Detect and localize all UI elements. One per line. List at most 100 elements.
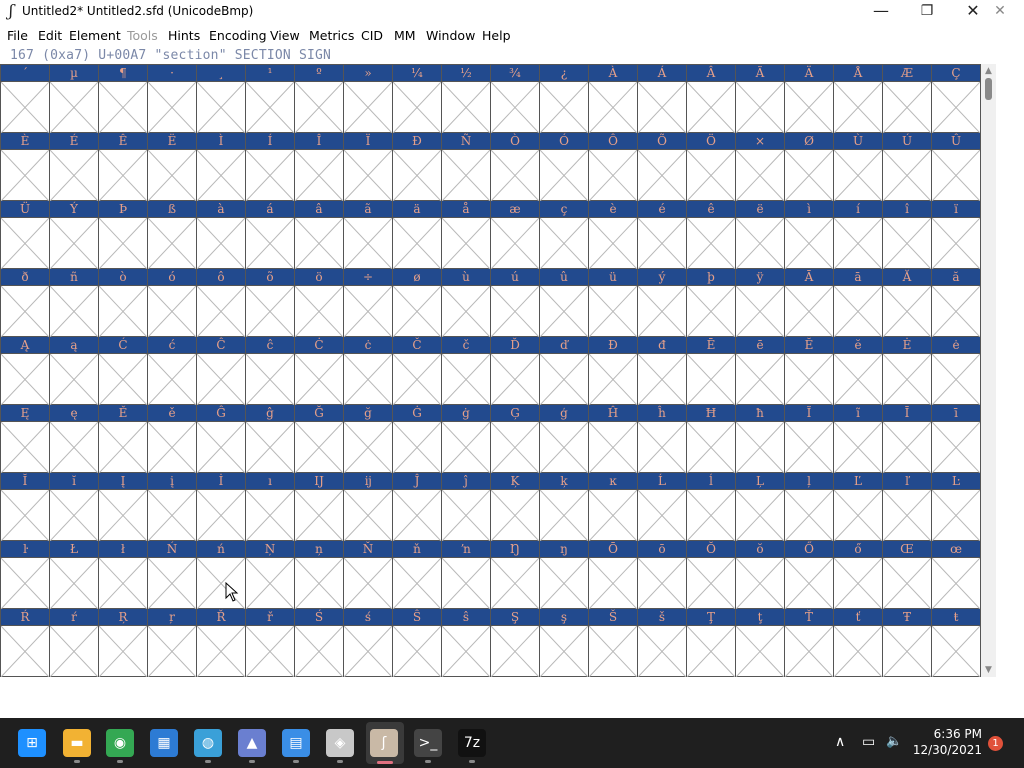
glyph-cell[interactable]: Ň [344,541,393,609]
glyph-cell[interactable]: ģ [540,405,589,473]
glyph-cell[interactable]: ď [540,337,589,405]
glyph-cell[interactable]: Ø [785,133,834,201]
glyph-cell[interactable]: Ř [197,609,246,677]
glyph-cell[interactable]: ķ [540,473,589,541]
glyph-cell[interactable]: Á [638,65,687,133]
glyph-cell[interactable]: ś [344,609,393,677]
glyph-cell[interactable]: û [540,269,589,337]
glyph-cell[interactable]: Ġ [393,405,442,473]
glyph-cell[interactable]: Ċ [295,337,344,405]
glyph-cell[interactable]: ò [99,269,148,337]
glyph-cell[interactable]: ÷ [344,269,393,337]
menu-metrics[interactable]: Metrics [309,28,354,43]
glyph-cell[interactable]: ĉ [246,337,295,405]
glyph-cell[interactable]: ß [148,201,197,269]
glyph-cell[interactable]: ĥ [638,405,687,473]
glyph-cell[interactable]: Ã [736,65,785,133]
glyph-cell[interactable]: Ğ [295,405,344,473]
glyph-cell[interactable]: ë [736,201,785,269]
glyph-cell[interactable]: À [589,65,638,133]
glyph-cell[interactable]: į [148,473,197,541]
glyph-cell[interactable]: Ĝ [197,405,246,473]
glyph-cell[interactable]: º [295,65,344,133]
glyph-cell[interactable]: Î [295,133,344,201]
glyph-cell[interactable]: ý [638,269,687,337]
glyph-cell[interactable]: ü [589,269,638,337]
scroll-up-arrow-icon[interactable]: ▲ [981,64,996,78]
glyph-cell[interactable]: Ĥ [589,405,638,473]
glyph-cell[interactable]: ę [50,405,99,473]
glyph-cell[interactable]: â [295,201,344,269]
glyph-cell[interactable]: đ [638,337,687,405]
glyph-cell[interactable]: Ģ [491,405,540,473]
maximize-button[interactable]: ❐ [904,0,950,24]
glyph-cell[interactable]: Ī [883,405,932,473]
glyph-cell[interactable]: ¶ [99,65,148,133]
glyph-cell[interactable]: Â [687,65,736,133]
scrollbar-thumb[interactable] [985,78,992,100]
glyph-cell[interactable]: µ [50,65,99,133]
glyph-cell[interactable]: Å [834,65,883,133]
glyph-cell[interactable]: Ħ [687,405,736,473]
glyph-cell[interactable]: ó [148,269,197,337]
glyph-cell[interactable]: · [148,65,197,133]
chrome-icon[interactable]: ◉ [106,729,134,757]
glyph-cell[interactable]: Ą [1,337,50,405]
glyph-cell[interactable]: è [589,201,638,269]
menu-mm[interactable]: MM [394,28,416,43]
glyph-cell[interactable]: Œ [883,541,932,609]
glyph-cell[interactable]: õ [246,269,295,337]
glyph-cell[interactable]: ¾ [491,65,540,133]
glyph-cell[interactable]: ú [491,269,540,337]
glyph-cell[interactable]: Ę [1,405,50,473]
notification-badge[interactable]: 1 [988,736,1003,751]
close-button[interactable]: ✕ [950,0,996,24]
glyph-cell[interactable]: Ō [589,541,638,609]
volume-icon[interactable]: 🔈 [886,734,902,749]
glyph-cell[interactable]: ţ [736,609,785,677]
glyph-cell[interactable]: × [736,133,785,201]
glyph-cell[interactable]: Û [932,133,981,201]
glyph-cell[interactable]: ½ [442,65,491,133]
glyph-cell[interactable]: Ć [99,337,148,405]
glyph-cell[interactable]: Ð [393,133,442,201]
glyph-cell[interactable]: Ĵ [393,473,442,541]
glyph-cell[interactable]: þ [687,269,736,337]
glyph-cell[interactable]: ľ [883,473,932,541]
glyph-cell[interactable]: Ķ [491,473,540,541]
glyph-cell[interactable]: ĳ [344,473,393,541]
glyph-cell[interactable]: ġ [442,405,491,473]
glyph-cell[interactable]: Ó [540,133,589,201]
menu-help[interactable]: Help [482,28,511,43]
glyph-cell[interactable]: æ [491,201,540,269]
glyph-cell[interactable]: ł [99,541,148,609]
glyph-cell[interactable]: ı [246,473,295,541]
glyph-cell[interactable]: ŗ [148,609,197,677]
glyph-cell[interactable]: Ñ [442,133,491,201]
glyph-cell[interactable]: Ê [99,133,148,201]
glyph-cell[interactable]: Ņ [246,541,295,609]
glyph-cell[interactable]: ĝ [246,405,295,473]
glyph-cell[interactable]: ù [442,269,491,337]
glyph-cell[interactable]: Ń [148,541,197,609]
glyph-cell[interactable]: Ţ [687,609,736,677]
glyph-cell[interactable]: ç [540,201,589,269]
glyph-cell[interactable]: Ŕ [1,609,50,677]
glyph-cell[interactable]: å [442,201,491,269]
glyph-cell[interactable]: ĩ [834,405,883,473]
glyph-cell[interactable]: à [197,201,246,269]
glyph-cell[interactable]: ĕ [834,337,883,405]
glyph-cell[interactable]: Ä [785,65,834,133]
glyph-cell[interactable]: Ŝ [393,609,442,677]
glyph-cell[interactable]: ¼ [393,65,442,133]
menu-edit[interactable]: Edit [38,28,62,43]
glyph-cell[interactable]: Þ [99,201,148,269]
secondary-close-icon[interactable]: ✕ [992,2,1008,20]
glyph-cell[interactable]: Ü [1,201,50,269]
glyph-cell[interactable]: Ŀ [932,473,981,541]
minimize-button[interactable]: — [858,0,904,24]
glyph-cell[interactable]: ă [932,269,981,337]
glyph-cell[interactable]: Ö [687,133,736,201]
glyph-cell[interactable]: ¸ [197,65,246,133]
glyph-cell[interactable]: ÿ [736,269,785,337]
